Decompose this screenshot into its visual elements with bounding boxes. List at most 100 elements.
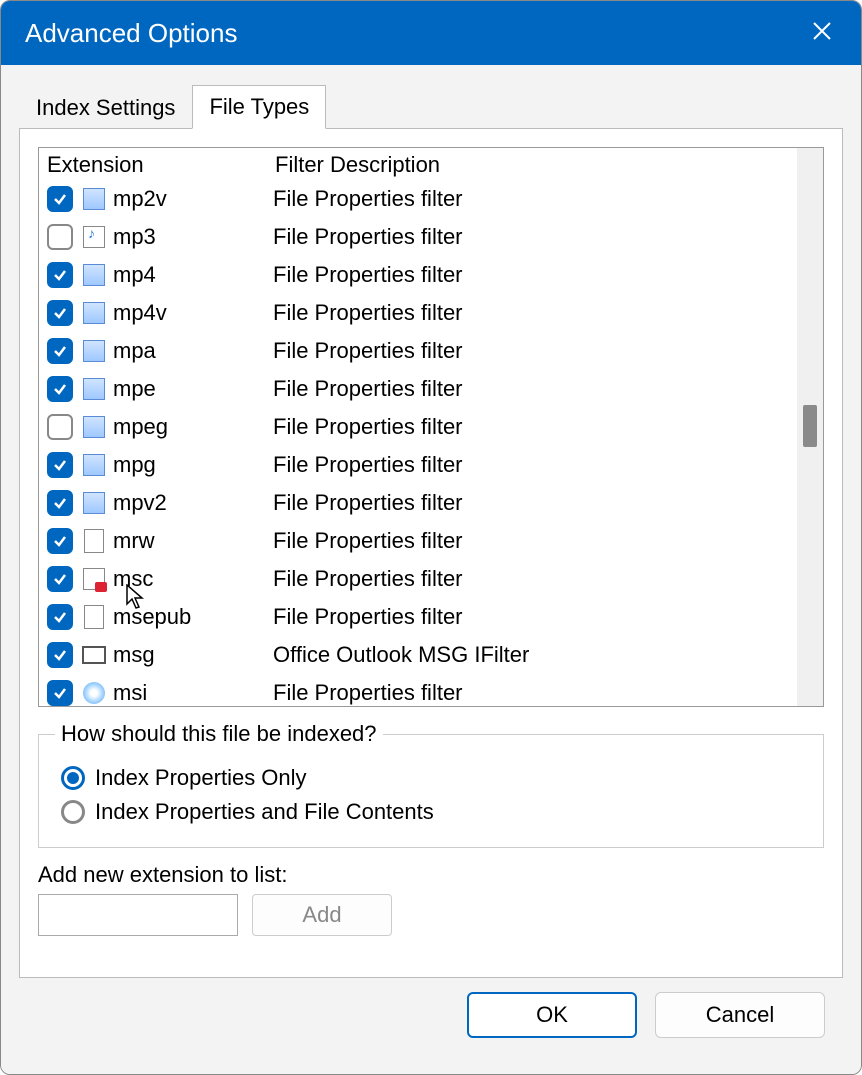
dialog-content: Index Settings File Types Extension Filt… (1, 65, 861, 1074)
checkbox[interactable] (47, 642, 73, 668)
doc-icon (81, 528, 107, 554)
video-icon (81, 490, 107, 516)
radio-properties-and-contents[interactable]: Index Properties and File Contents (61, 799, 807, 825)
close-icon[interactable] (801, 14, 843, 53)
table-row[interactable]: mp4File Properties filter (39, 256, 797, 294)
extension-label: msc (113, 566, 273, 592)
extension-label: mpa (113, 338, 273, 364)
checkbox[interactable] (47, 376, 73, 402)
checkbox[interactable] (47, 338, 73, 364)
table-row[interactable]: msgOffice Outlook MSG IFilter (39, 636, 797, 674)
filter-label: File Properties filter (273, 262, 789, 288)
mail-icon (81, 642, 107, 668)
index-mode-group: How should this file be indexed? Index P… (38, 721, 824, 848)
filter-label: File Properties filter (273, 186, 789, 212)
titlebar: Advanced Options (1, 1, 861, 65)
table-row[interactable]: mpeFile Properties filter (39, 370, 797, 408)
extension-label: mp4v (113, 300, 273, 326)
filter-label: File Properties filter (273, 224, 789, 250)
filter-label: File Properties filter (273, 566, 789, 592)
cancel-button[interactable]: Cancel (655, 992, 825, 1038)
extension-label: mp2v (113, 186, 273, 212)
checkbox[interactable] (47, 680, 73, 706)
extension-label: mpe (113, 376, 273, 402)
filter-label: File Properties filter (273, 376, 789, 402)
scrollbar-thumb[interactable] (803, 405, 817, 447)
doc-icon (81, 604, 107, 630)
radio-label: Index Properties and File Contents (95, 799, 434, 825)
tab-file-types[interactable]: File Types (192, 85, 326, 129)
filter-label: File Properties filter (273, 300, 789, 326)
table-row[interactable]: mp2vFile Properties filter (39, 180, 797, 218)
extension-label: msi (113, 680, 273, 706)
extension-label: mp3 (113, 224, 273, 250)
video-icon (81, 300, 107, 326)
video-icon (81, 452, 107, 478)
table-row[interactable]: mscFile Properties filter (39, 560, 797, 598)
msc-icon (81, 566, 107, 592)
extension-label: mpg (113, 452, 273, 478)
video-icon (81, 338, 107, 364)
column-header-filter[interactable]: Filter Description (275, 152, 789, 178)
column-headers: Extension Filter Description (39, 148, 797, 180)
checkbox[interactable] (47, 490, 73, 516)
ok-button[interactable]: OK (467, 992, 637, 1038)
add-button[interactable]: Add (252, 894, 392, 936)
filter-label: File Properties filter (273, 604, 789, 630)
window-title: Advanced Options (25, 18, 237, 49)
disc-icon (81, 680, 107, 706)
checkbox[interactable] (47, 414, 73, 440)
tab-body: Extension Filter Description mp2vFile Pr… (19, 128, 843, 978)
checkbox[interactable] (47, 262, 73, 288)
table-row[interactable]: mpegFile Properties filter (39, 408, 797, 446)
filter-label: Office Outlook MSG IFilter (273, 642, 789, 668)
column-header-extension[interactable]: Extension (47, 152, 275, 178)
table-row[interactable]: mpv2File Properties filter (39, 484, 797, 522)
extension-label: mp4 (113, 262, 273, 288)
table-row[interactable]: mpaFile Properties filter (39, 332, 797, 370)
extension-label: mpeg (113, 414, 273, 440)
dialog-footer: OK Cancel (19, 978, 843, 1056)
add-extension-section: Add new extension to list: Add (38, 862, 824, 936)
filter-label: File Properties filter (273, 490, 789, 516)
filter-label: File Properties filter (273, 452, 789, 478)
video-icon (81, 186, 107, 212)
extension-label: mrw (113, 528, 273, 554)
filter-label: File Properties filter (273, 338, 789, 364)
table-row[interactable]: mpgFile Properties filter (39, 446, 797, 484)
checkbox[interactable] (47, 604, 73, 630)
file-type-list: Extension Filter Description mp2vFile Pr… (38, 147, 824, 707)
radio-label: Index Properties Only (95, 765, 307, 791)
extension-label: msg (113, 642, 273, 668)
table-row[interactable]: mrwFile Properties filter (39, 522, 797, 560)
checkbox[interactable] (47, 452, 73, 478)
filter-label: File Properties filter (273, 414, 789, 440)
video-icon (81, 376, 107, 402)
table-row[interactable]: mp4vFile Properties filter (39, 294, 797, 332)
extension-label: mpv2 (113, 490, 273, 516)
checkbox[interactable] (47, 300, 73, 326)
checkbox[interactable] (47, 528, 73, 554)
radio-properties-only[interactable]: Index Properties Only (61, 765, 807, 791)
group-legend: How should this file be indexed? (55, 721, 383, 747)
tab-strip: Index Settings File Types (19, 85, 843, 129)
filter-label: File Properties filter (273, 528, 789, 554)
scrollbar[interactable] (797, 148, 823, 706)
dialog-window: Advanced Options Index Settings File Typ… (0, 0, 862, 1075)
radio-icon (61, 766, 85, 790)
checkbox[interactable] (47, 224, 73, 250)
video-icon (81, 414, 107, 440)
checkbox[interactable] (47, 566, 73, 592)
table-row[interactable]: msiFile Properties filter (39, 674, 797, 706)
video-icon (81, 262, 107, 288)
extension-label: msepub (113, 604, 273, 630)
audio-icon (81, 224, 107, 250)
table-row[interactable]: msepubFile Properties filter (39, 598, 797, 636)
checkbox[interactable] (47, 186, 73, 212)
filter-label: File Properties filter (273, 680, 789, 706)
add-extension-label: Add new extension to list: (38, 862, 824, 888)
tab-index-settings[interactable]: Index Settings (19, 86, 192, 129)
add-extension-input[interactable] (38, 894, 238, 936)
radio-icon (61, 800, 85, 824)
table-row[interactable]: mp3File Properties filter (39, 218, 797, 256)
